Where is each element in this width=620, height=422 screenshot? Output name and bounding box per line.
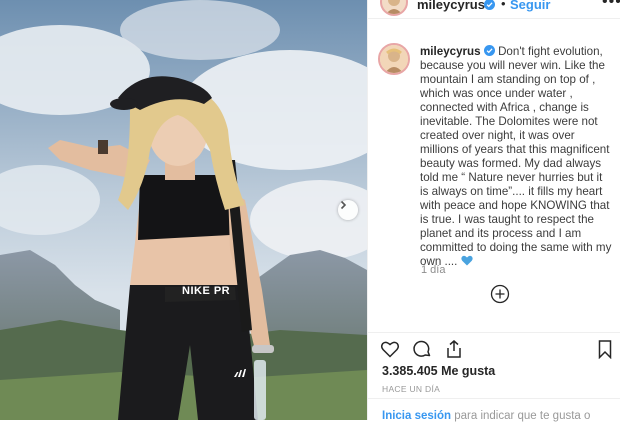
action-bar — [368, 332, 620, 363]
post-caption: mileycyrus Don't fight evolution, becaus… — [420, 45, 612, 269]
login-prompt-text: para indicar que te gusta o — [454, 410, 591, 422]
chevron-right-icon — [340, 200, 347, 210]
add-circle-icon[interactable] — [490, 284, 510, 304]
more-options-icon[interactable]: ••• — [602, 0, 620, 11]
comment-icon[interactable] — [412, 339, 432, 359]
bookmark-icon[interactable] — [595, 339, 615, 359]
share-icon[interactable] — [444, 339, 464, 359]
avatar[interactable] — [380, 0, 408, 16]
likes-count[interactable]: 3.385.405 Me gusta — [382, 364, 495, 378]
caption-avatar[interactable] — [378, 43, 410, 75]
photo-scene — [0, 0, 367, 420]
adidas-logo-icon — [234, 369, 246, 377]
post-photo[interactable]: NIKE PR — [0, 0, 367, 420]
caption-time[interactable]: 1 día — [421, 264, 445, 276]
login-prompt: Inicia sesión para indicar que te gusta … — [368, 398, 620, 422]
header-separator: • — [501, 0, 506, 11]
shorts-brand-text: NIKE PR — [182, 285, 231, 297]
verified-badge-icon — [483, 45, 495, 56]
heart-icon[interactable] — [380, 339, 400, 359]
blue-heart-icon — [460, 255, 473, 266]
caption-text: Don't fight evolution, because you will … — [420, 45, 612, 268]
header-username[interactable]: mileycyrus — [417, 0, 485, 12]
post-date: HACE UN DÍA — [382, 384, 441, 394]
verified-badge-icon — [484, 0, 495, 10]
post-side-panel: mileycyrus • Seguir ••• mileycyrus Don't… — [367, 0, 620, 422]
follow-button[interactable]: Seguir — [510, 0, 550, 12]
caption-username[interactable]: mileycyrus — [420, 45, 481, 58]
login-link[interactable]: Inicia sesión — [382, 410, 451, 422]
post-header: mileycyrus • Seguir ••• — [368, 0, 620, 19]
next-photo-button[interactable] — [338, 200, 358, 220]
